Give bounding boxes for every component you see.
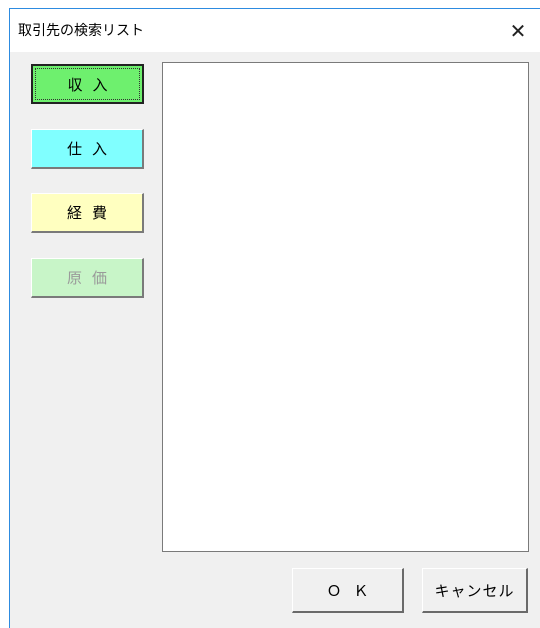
income-button[interactable]: 収入 — [31, 64, 144, 104]
title-bar: 取引先の検索リスト ✕ — [10, 8, 540, 52]
cost-button: 原価 — [31, 258, 144, 298]
close-icon[interactable]: ✕ — [496, 9, 540, 52]
search-list-dialog: 取引先の検索リスト ✕ 収入 仕入 経費 原価 ＯＫ キャンセル — [9, 8, 540, 628]
vendor-list[interactable] — [162, 62, 529, 552]
expense-button[interactable]: 経費 — [31, 193, 144, 233]
window-title: 取引先の検索リスト — [18, 23, 144, 39]
purchase-button[interactable]: 仕入 — [31, 129, 144, 169]
cancel-button[interactable]: キャンセル — [422, 568, 528, 613]
ok-button[interactable]: ＯＫ — [292, 568, 404, 613]
